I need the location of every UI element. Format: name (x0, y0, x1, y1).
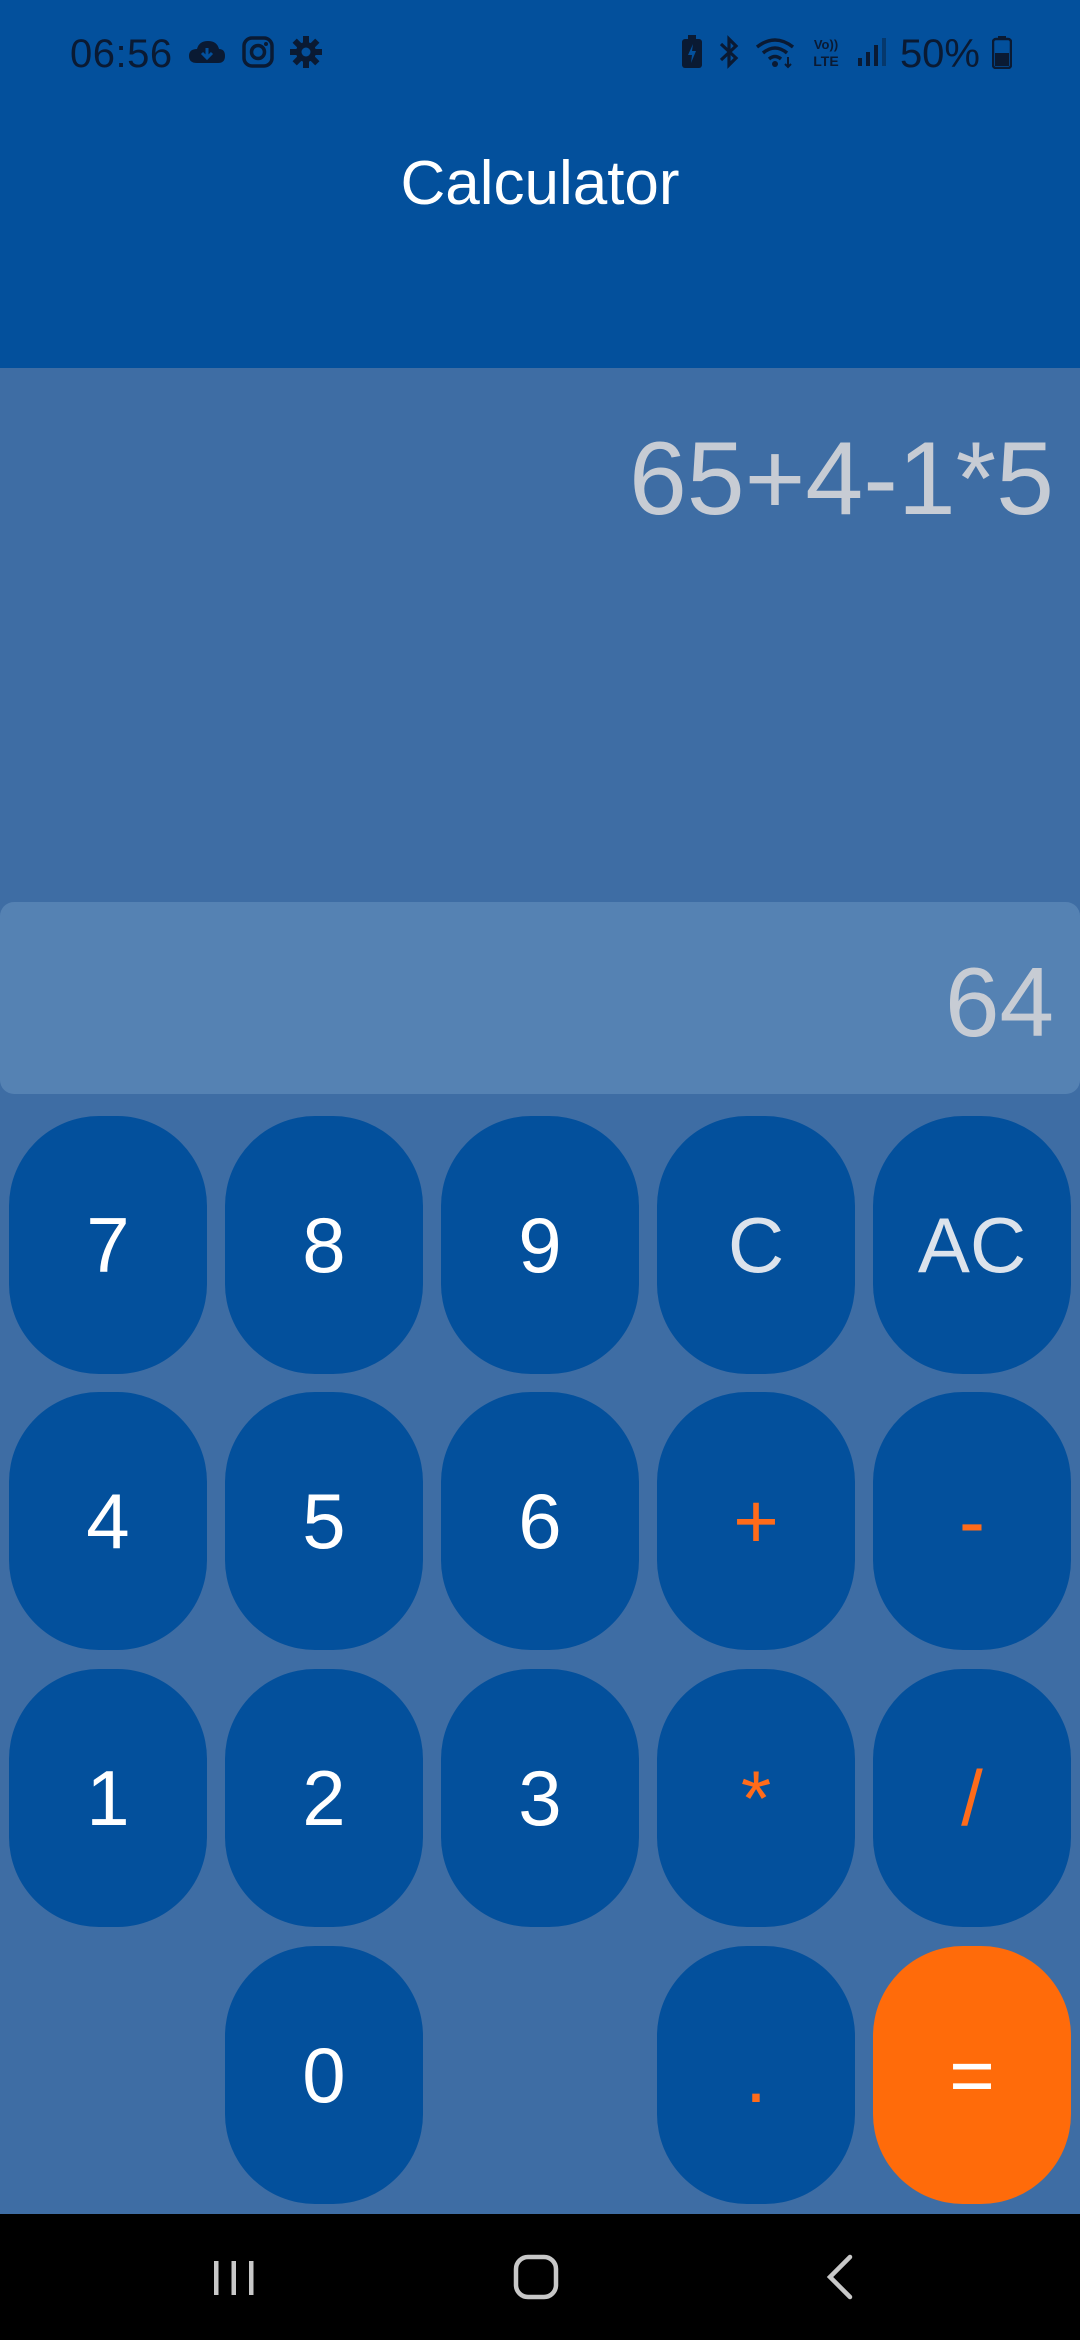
battery-saver-icon (680, 34, 704, 75)
status-left: 06:56 (70, 26, 323, 82)
instagram-icon (241, 35, 275, 74)
recent-apps-icon[interactable] (194, 2244, 274, 2310)
equals-button[interactable]: = (873, 1946, 1071, 2204)
key-5[interactable]: 5 (225, 1392, 423, 1650)
cloud-icon (187, 37, 227, 72)
home-icon[interactable] (496, 2244, 576, 2310)
battery-icon (991, 35, 1013, 74)
all-clear-button[interactable]: AC (873, 1116, 1071, 1374)
key-6[interactable]: 6 (441, 1392, 639, 1650)
key-7[interactable]: 7 (9, 1116, 207, 1374)
app-bar: Calculator (0, 110, 1080, 368)
clear-button[interactable]: C (657, 1116, 855, 1374)
expression-display: 65+4-1*5 (628, 421, 1054, 537)
key-0[interactable]: 0 (225, 1946, 423, 2204)
result-display: 64 (944, 947, 1054, 1057)
bluetooth-icon (716, 34, 742, 75)
wifi-icon (754, 35, 796, 74)
status-right: Vo)) LTE 50% (680, 26, 1013, 82)
gear-icon (289, 35, 323, 74)
volte-icon: Vo)) LTE (808, 34, 844, 75)
decimal-button[interactable]: . (657, 1946, 855, 2204)
status-time: 06:56 (70, 31, 173, 76)
key-8[interactable]: 8 (225, 1116, 423, 1374)
key-3[interactable]: 3 (441, 1669, 639, 1927)
signal-icon (856, 36, 888, 73)
back-icon[interactable] (800, 2244, 880, 2310)
status-bar: 06:56 Vo)) LTE 50% (0, 0, 1080, 110)
key-9[interactable]: 9 (441, 1116, 639, 1374)
key-1[interactable]: 1 (9, 1669, 207, 1927)
svg-text:Vo)): Vo)) (814, 37, 838, 52)
multiply-button[interactable]: * (657, 1669, 855, 1927)
add-button[interactable]: + (657, 1392, 855, 1650)
key-4[interactable]: 4 (9, 1392, 207, 1650)
subtract-button[interactable]: - (873, 1392, 1071, 1650)
svg-text:LTE: LTE (813, 53, 838, 69)
battery-percentage: 50% (899, 31, 980, 76)
app-title: Calculator (400, 149, 680, 218)
navigation-bar (0, 2214, 1080, 2340)
key-2[interactable]: 2 (225, 1669, 423, 1927)
divide-button[interactable]: / (873, 1669, 1071, 1927)
result-panel: 64 (0, 902, 1080, 1094)
